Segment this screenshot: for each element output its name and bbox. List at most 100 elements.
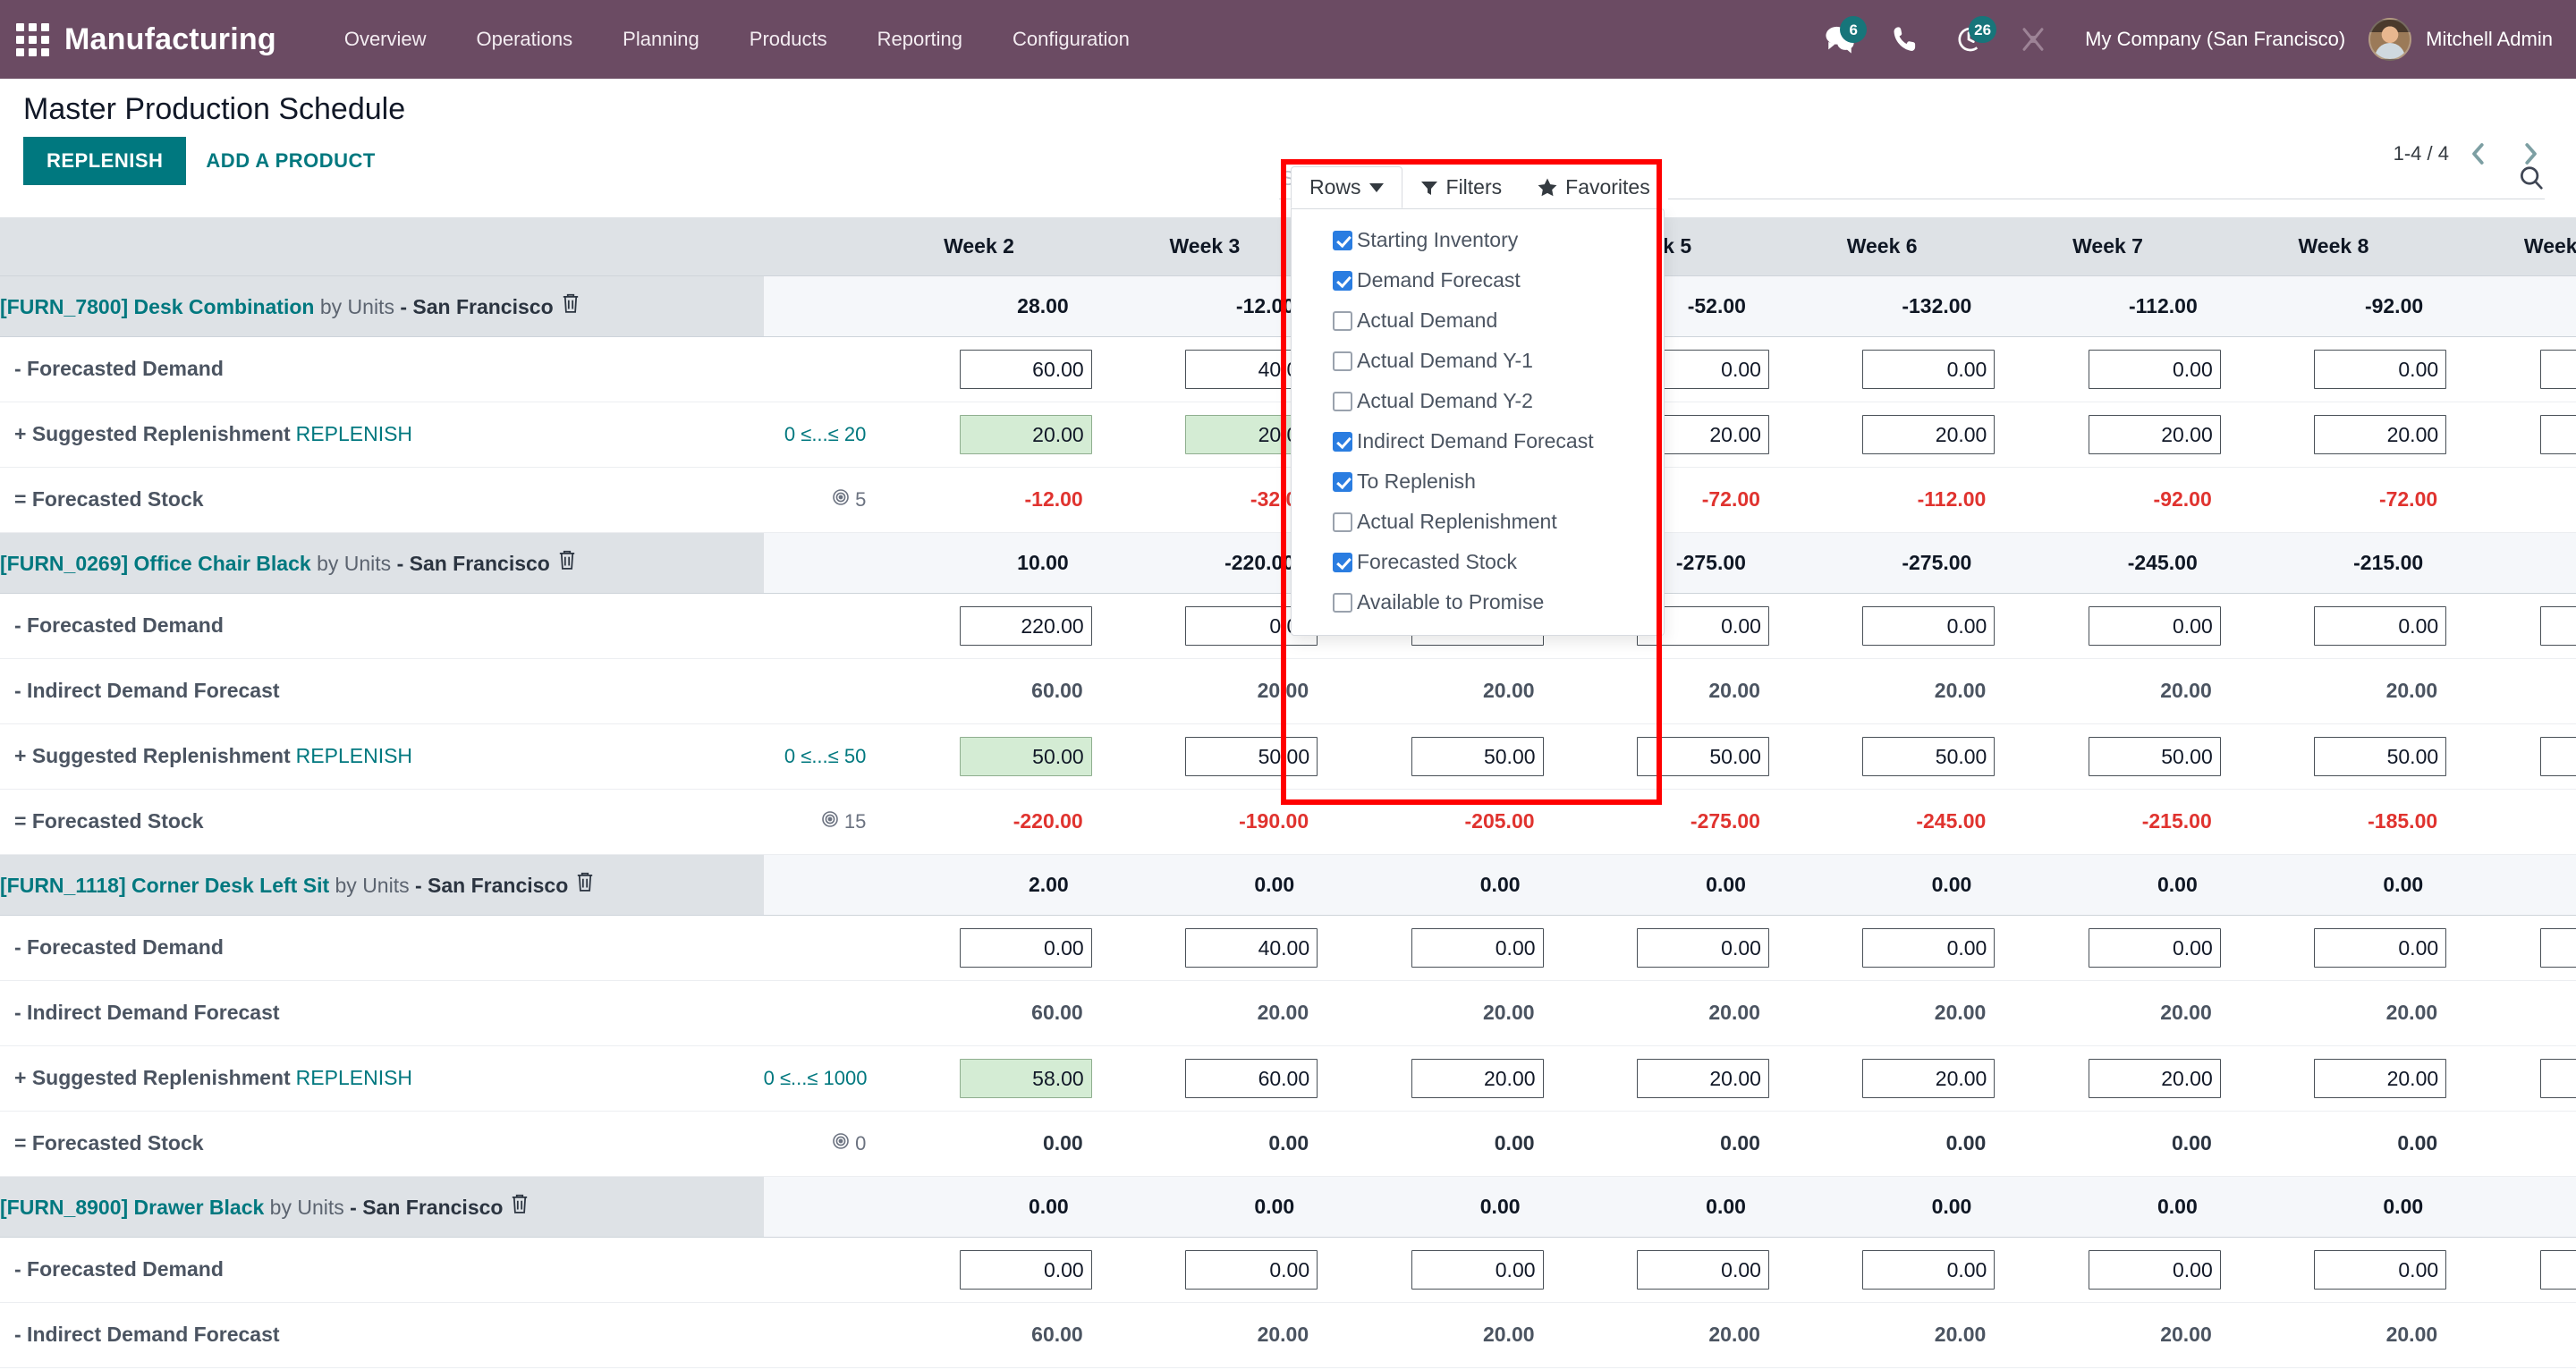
rows-menu-checkbox[interactable]	[1333, 392, 1352, 411]
replenishment-input[interactable]: 20.00	[1862, 1059, 1995, 1098]
replenishment-input[interactable]: 58.00	[960, 1059, 1092, 1098]
column-header-week-3[interactable]: Week 3	[1092, 218, 1318, 275]
rows-menu-item[interactable]: Actual Demand Y-2	[1292, 381, 1664, 421]
forecasted-demand-input[interactable]: 40.00	[1185, 928, 1318, 968]
menu-item-products[interactable]: Products	[724, 19, 852, 60]
filters-dropdown-toggle[interactable]: Filters	[1402, 166, 1521, 208]
forecasted-demand-input[interactable]: 0.00	[1862, 928, 1995, 968]
product-code[interactable]: [FURN_1118]	[0, 874, 126, 897]
replenishment-input[interactable]: 20.00	[960, 415, 1092, 454]
rows-menu-checkbox[interactable]	[1333, 432, 1352, 452]
rows-menu-checkbox[interactable]	[1333, 351, 1352, 371]
product-name[interactable]: Corner Desk Left Sit	[126, 874, 330, 897]
delete-product-icon[interactable]	[561, 296, 580, 318]
forecasted-demand-input[interactable]: 60.00	[960, 350, 1092, 389]
rows-menu-item[interactable]: To Replenish	[1292, 461, 1664, 502]
product-name[interactable]: Office Chair Black	[128, 552, 311, 575]
forecasted-demand-input[interactable]: 0.00	[2089, 606, 2221, 646]
rows-menu-item[interactable]: Demand Forecast	[1292, 260, 1664, 300]
delete-product-icon[interactable]	[557, 553, 577, 575]
forecasted-demand-input[interactable]: 0.00	[2314, 606, 2446, 646]
column-header-week-2[interactable]: Week 2	[866, 218, 1091, 275]
favorites-dropdown-toggle[interactable]: Favorites	[1520, 166, 1668, 208]
forecasted-demand-input[interactable]: 0.00	[2314, 350, 2446, 389]
replenishment-input[interactable]: 20.00	[2540, 415, 2576, 454]
forecasted-demand-input[interactable]: 0.00	[2314, 928, 2446, 968]
row-replenish-link[interactable]: REPLENISH	[296, 422, 412, 445]
rows-menu-item[interactable]: Available to Promise	[1292, 582, 1664, 622]
column-header-week-8[interactable]: Week 8	[2221, 218, 2446, 275]
replenishment-input[interactable]: 20.00	[2540, 1059, 2576, 1098]
product-name[interactable]: Desk Combination	[128, 295, 314, 318]
debug-button[interactable]	[2001, 13, 2065, 66]
pager-next-button[interactable]	[2508, 137, 2553, 171]
product-code[interactable]: [FURN_7800]	[0, 295, 128, 318]
column-header-week-9[interactable]: Week 9	[2446, 218, 2576, 275]
activities-button[interactable]: 26	[1936, 13, 2001, 66]
delete-product-icon[interactable]	[510, 1197, 530, 1219]
rows-menu-item[interactable]: Actual Demand Y-1	[1292, 341, 1664, 381]
forecasted-demand-input[interactable]: 0.00	[2089, 350, 2221, 389]
rows-menu-checkbox[interactable]	[1333, 472, 1352, 492]
menu-item-planning[interactable]: Planning	[597, 19, 724, 60]
rows-menu-item[interactable]: Actual Demand	[1292, 300, 1664, 341]
rows-menu-item[interactable]: Indirect Demand Forecast	[1292, 421, 1664, 461]
replenishment-input[interactable]: 50.00	[1637, 737, 1769, 776]
menu-item-reporting[interactable]: Reporting	[852, 19, 987, 60]
replenishment-input[interactable]: 60.00	[1185, 1059, 1318, 1098]
column-header-week-6[interactable]: Week 6	[1769, 218, 1995, 275]
replenishment-input[interactable]: 20.00	[2314, 1059, 2446, 1098]
replenishment-input[interactable]: 50.00	[1185, 737, 1318, 776]
rows-menu-checkbox[interactable]	[1333, 553, 1352, 572]
phone-button[interactable]	[1872, 13, 1936, 66]
apps-grid-icon[interactable]	[13, 20, 52, 59]
add-a-product-button[interactable]: ADD A PRODUCT	[186, 137, 394, 185]
menu-item-overview[interactable]: Overview	[319, 19, 452, 60]
product-code[interactable]: [FURN_0269]	[0, 552, 128, 575]
rows-menu-checkbox[interactable]	[1333, 512, 1352, 532]
forecasted-demand-input[interactable]: 0.00	[1862, 350, 1995, 389]
forecasted-demand-input[interactable]: 0.00	[1862, 606, 1995, 646]
messages-button[interactable]: 6	[1808, 13, 1872, 66]
forecasted-demand-input[interactable]: 0.00	[2314, 1250, 2446, 1290]
replenishment-input[interactable]: 20.00	[1637, 1059, 1769, 1098]
replenishment-input[interactable]: 20.00	[2089, 1059, 2221, 1098]
forecasted-demand-input[interactable]: 0.00	[2540, 1250, 2576, 1290]
forecasted-demand-input[interactable]: 0.00	[2540, 350, 2576, 389]
product-name[interactable]: Drawer Black	[128, 1196, 264, 1219]
column-header-week-7[interactable]: Week 7	[1995, 218, 2220, 275]
row-replenish-link[interactable]: REPLENISH	[296, 744, 412, 767]
forecasted-demand-input[interactable]: 0.00	[1411, 928, 1544, 968]
replenishment-input[interactable]: 20.00	[1862, 415, 1995, 454]
rows-menu-checkbox[interactable]	[1333, 593, 1352, 613]
forecasted-demand-input[interactable]: 0.00	[1637, 1250, 1769, 1290]
replenishment-range-cell[interactable]: 0 ≤...≤ 1000	[764, 1045, 867, 1111]
rows-dropdown-toggle[interactable]: Rows	[1291, 166, 1402, 208]
forecasted-demand-input[interactable]: 0.00	[1637, 928, 1769, 968]
rows-menu-item[interactable]: Forecasted Stock	[1292, 542, 1664, 582]
avatar[interactable]	[2368, 18, 2411, 61]
replenishment-input[interactable]: 50.00	[1411, 737, 1544, 776]
rows-menu-item[interactable]: Starting Inventory	[1292, 220, 1664, 260]
forecasted-demand-input[interactable]: 0.00	[1185, 1250, 1318, 1290]
rows-menu-checkbox[interactable]	[1333, 271, 1352, 291]
rows-menu-item[interactable]: Actual Replenishment	[1292, 502, 1664, 542]
forecasted-demand-input[interactable]: 220.00	[960, 606, 1092, 646]
forecasted-demand-input[interactable]: 0.00	[2540, 928, 2576, 968]
rows-menu-checkbox[interactable]	[1333, 231, 1352, 250]
forecasted-demand-input[interactable]: 0.00	[2089, 928, 2221, 968]
rows-menu-checkbox[interactable]	[1333, 311, 1352, 331]
row-replenish-link[interactable]: REPLENISH	[296, 1066, 412, 1089]
app-brand-manufacturing[interactable]: Manufacturing	[64, 22, 276, 57]
replenishment-input[interactable]: 50.00	[2540, 737, 2576, 776]
replenish-button[interactable]: REPLENISH	[23, 137, 186, 185]
forecasted-demand-input[interactable]: 0.00	[1411, 1250, 1544, 1290]
user-menu[interactable]: Mitchell Admin	[2426, 28, 2553, 51]
pager-previous-button[interactable]	[2456, 137, 2501, 171]
delete-product-icon[interactable]	[575, 875, 595, 897]
replenishment-input[interactable]: 50.00	[2314, 737, 2446, 776]
replenishment-range-cell[interactable]: 0 ≤...≤ 20	[764, 402, 867, 467]
replenishment-input[interactable]: 20.00	[1411, 1059, 1544, 1098]
menu-item-configuration[interactable]: Configuration	[987, 19, 1155, 60]
replenishment-input[interactable]: 50.00	[960, 737, 1092, 776]
